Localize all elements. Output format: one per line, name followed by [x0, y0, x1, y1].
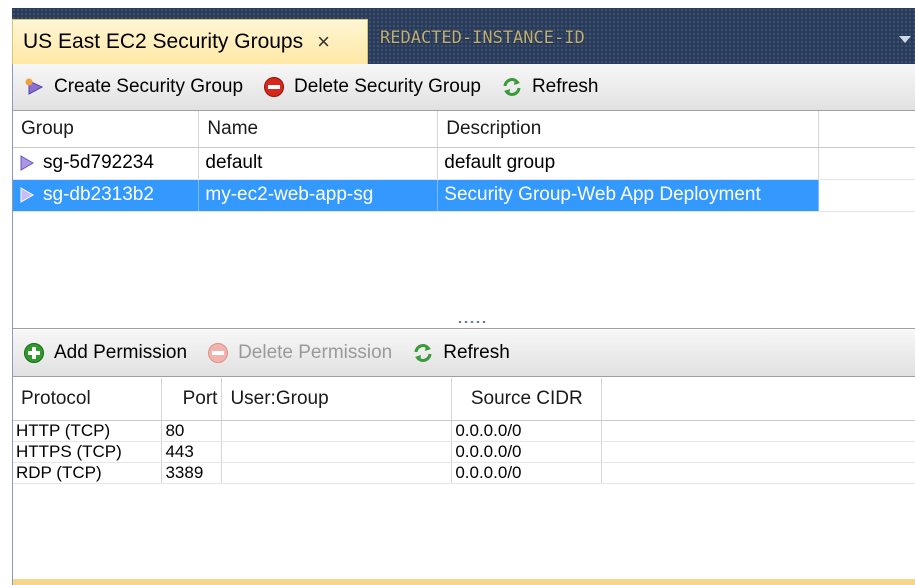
source-cidr-cell: 0.0.0.0/0 [451, 441, 603, 463]
create-security-group-label: Create Security Group [54, 76, 244, 97]
group-id: sg-5d792234 [43, 152, 154, 173]
refresh-permissions-label: Refresh [443, 342, 510, 363]
status-strip [13, 579, 915, 585]
delete-permission-button[interactable]: Delete Permission [197, 330, 402, 376]
refresh-permissions-button[interactable]: Refresh [402, 330, 520, 376]
top-edge [0, 0, 915, 8]
source-cidr-cell: 0.0.0.0/0 [451, 420, 603, 442]
refresh-green-arrows-icon [414, 344, 432, 362]
close-icon[interactable]: × [317, 31, 330, 53]
panel-splitter[interactable] [13, 317, 915, 329]
name-cell: my-ec2-web-app-sg [198, 179, 439, 212]
refresh-groups-button[interactable]: Refresh [491, 64, 609, 110]
port-cell: 443 [161, 441, 223, 463]
permissions-toolbar: Add Permission Delete Permission Refresh [13, 330, 915, 377]
column-header-filler [818, 111, 915, 148]
groups-toolbar: Create Security Group Delete Security Gr… [13, 64, 915, 111]
table-row[interactable]: sg-db2313b2 my-ec2-web-app-sg Security G… [13, 179, 915, 212]
name-cell: default [198, 147, 439, 180]
column-header-port[interactable]: Port [161, 378, 223, 421]
delete-security-group-label: Delete Security Group [294, 76, 481, 97]
column-header-source-cidr[interactable]: Source CIDR [451, 378, 603, 421]
filler-cell [601, 441, 915, 463]
user-group-cell [221, 462, 453, 484]
group-cell: sg-db2313b2 [13, 179, 200, 212]
description-cell: default group [437, 147, 820, 180]
column-header-description[interactable]: Description [437, 111, 820, 148]
group-id: sg-db2313b2 [43, 184, 154, 205]
chevron-down-icon[interactable] [899, 36, 911, 43]
table-row[interactable]: HTTPS (TCP) 443 0.0.0.0/0 [13, 441, 915, 463]
table-row[interactable]: sg-5d792234 default default group [13, 147, 915, 180]
source-cidr-cell: 0.0.0.0/0 [451, 462, 603, 484]
add-permission-button[interactable]: Add Permission [13, 330, 197, 376]
protocol-cell: RDP (TCP) [13, 462, 163, 484]
column-header-name[interactable]: Name [198, 111, 439, 148]
table-header-row: Group Name Description [13, 111, 915, 148]
tab-instance[interactable]: REDACTED-INSTANCE-ID [380, 28, 585, 48]
table-row[interactable]: HTTP (TCP) 80 0.0.0.0/0 [13, 420, 915, 442]
protocol-cell: HTTP (TCP) [13, 420, 163, 442]
left-edge [0, 0, 12, 585]
user-group-cell [221, 420, 453, 442]
refresh-groups-label: Refresh [531, 76, 599, 97]
permissions-table: Protocol Port User:Group Source CIDR HTT… [13, 378, 915, 484]
delete-disabled-icon [208, 343, 229, 363]
splitter-grip-icon[interactable] [457, 320, 487, 324]
port-cell: 3389 [161, 462, 223, 484]
filler-cell [601, 420, 915, 442]
user-group-cell [221, 441, 453, 463]
security-groups-table: Group Name Description sg-5d792234 defau… [13, 111, 915, 212]
delete-red-circle-icon [264, 77, 285, 97]
column-header-group[interactable]: Group [13, 111, 200, 148]
security-group-shield-icon [20, 155, 34, 171]
create-security-group-button[interactable]: Create Security Group [13, 64, 253, 110]
filler-cell [818, 179, 915, 212]
add-permission-label: Add Permission [54, 342, 188, 363]
group-cell: sg-5d792234 [13, 147, 200, 180]
delete-security-group-button[interactable]: Delete Security Group [253, 64, 491, 110]
security-group-add-icon [25, 78, 44, 95]
column-header-user-group[interactable]: User:Group [221, 378, 453, 421]
document-tab-strip: US East EC2 Security Groups × REDACTED-I… [12, 8, 915, 64]
table-row[interactable]: RDP (TCP) 3389 0.0.0.0/0 [13, 462, 915, 484]
description-cell: Security Group-Web App Deployment [437, 179, 820, 212]
delete-permission-label: Delete Permission [238, 342, 393, 363]
protocol-cell: HTTPS (TCP) [13, 441, 163, 463]
filler-cell [601, 462, 915, 484]
refresh-green-arrows-icon [503, 78, 521, 96]
table-header-row: Protocol Port User:Group Source CIDR [13, 378, 915, 421]
add-green-circle-icon [24, 343, 44, 363]
column-header-filler [601, 378, 915, 421]
tab-label: US East EC2 Security Groups [23, 30, 304, 53]
filler-cell [818, 147, 915, 180]
port-cell: 80 [161, 420, 223, 442]
security-groups-panel: Create Security Group Delete Security Gr… [12, 64, 915, 585]
column-header-protocol[interactable]: Protocol [13, 378, 163, 421]
security-group-shield-icon [20, 187, 34, 203]
tab-security-groups[interactable]: US East EC2 Security Groups × [12, 19, 368, 64]
